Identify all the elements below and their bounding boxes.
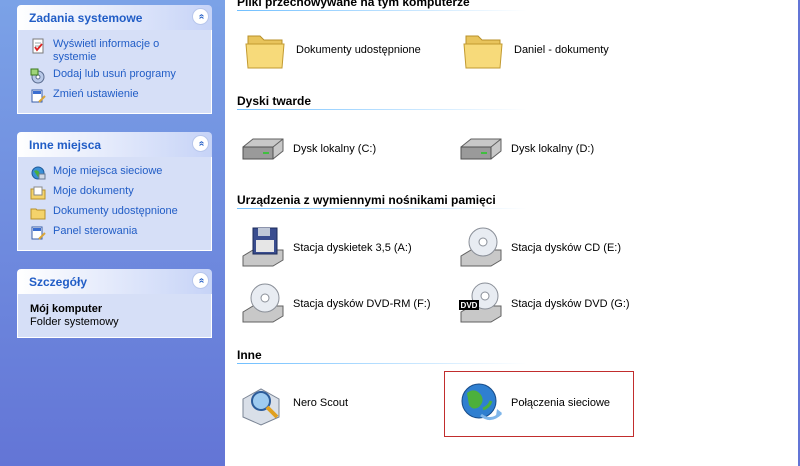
change-setting-icon: [31, 89, 46, 103]
floppy-drive-icon: [242, 227, 284, 267]
place-my-documents[interactable]: Moje dokumenty: [18, 183, 211, 203]
task-add-remove-programs-label: Dodaj lub usuń programy: [53, 68, 176, 80]
group-divider: [237, 10, 527, 11]
item-disk-d-label: Dysk lokalny (D:): [511, 143, 595, 155]
shared-folder-icon: [30, 208, 46, 220]
other-places-body: Moje miejsca sieciowe Moje dokumenty Dok…: [17, 157, 212, 251]
place-network[interactable]: Moje miejsca sieciowe: [18, 163, 211, 183]
group-title-removable: Urządzenia z wymiennymi nośnikami pamięc…: [237, 193, 496, 207]
content-area: Pliki przechowywane na tym komputerze Do…: [225, 0, 800, 466]
place-control-panel-label: Panel sterowania: [53, 225, 138, 237]
details-item-type: Folder systemowy: [30, 316, 119, 328]
item-network-connections-label: Połączenia sieciowe: [511, 397, 611, 409]
task-add-remove-programs[interactable]: Dodaj lub usuń programy: [18, 66, 211, 86]
item-shared-documents[interactable]: Dokumenty udostępnione: [242, 26, 421, 74]
task-system-info[interactable]: Wyświetl informacje o systemie: [18, 36, 211, 66]
item-disk-c-label: Dysk lokalny (C:): [293, 143, 377, 155]
group-title-files: Pliki przechowywane na tym komputerze: [237, 0, 470, 9]
cd-drive-icon: [460, 227, 502, 267]
dvd-drive-icon: DVD: [459, 282, 502, 323]
folder-icon: [463, 35, 503, 69]
item-nero-scout-label: Nero Scout: [293, 397, 349, 409]
item-disk-c[interactable]: Dysk lokalny (C:): [239, 125, 376, 173]
item-dvd-g-label: Stacja dysków DVD (G:): [511, 298, 630, 310]
group-divider: [237, 208, 527, 209]
item-shared-documents-label: Dokumenty udostępnione: [296, 44, 421, 56]
details-body: Mój komputer Folder systemowy: [17, 294, 212, 338]
hard-disk-icon: [242, 138, 284, 160]
item-nero-scout[interactable]: Nero Scout: [239, 379, 348, 427]
item-dvd-rm-f-label: Stacja dysków DVD-RM (F:): [293, 298, 431, 310]
group-title-other: Inne: [237, 348, 262, 362]
item-network-connections[interactable]: Połączenia sieciowe: [457, 379, 610, 427]
details-item-name: Mój komputer: [30, 303, 103, 315]
place-my-documents-label: Moje dokumenty: [53, 185, 134, 197]
item-floppy-a[interactable]: Stacja dyskietek 3,5 (A:): [239, 224, 412, 272]
network-places-icon: [31, 166, 46, 180]
collapse-chevron-icon[interactable]: «: [192, 272, 209, 289]
network-connections-icon: [461, 383, 503, 420]
details-header[interactable]: Szczegóły «: [17, 269, 212, 294]
item-disk-d[interactable]: Dysk lokalny (D:): [457, 125, 594, 173]
item-cd-e-label: Stacja dysków CD (E:): [511, 242, 622, 254]
place-shared-documents-label: Dokumenty udostępnione: [53, 205, 178, 217]
place-network-label: Moje miejsca sieciowe: [53, 165, 163, 177]
group-title-hard-disks: Dyski twarde: [237, 94, 312, 108]
place-shared-documents[interactable]: Dokumenty udostępnione: [18, 203, 211, 223]
task-system-info-label: Wyświetl informacje o systemie: [53, 38, 160, 63]
item-cd-e[interactable]: Stacja dysków CD (E:): [457, 224, 621, 272]
item-daniel-documents[interactable]: Daniel - dokumenty: [460, 26, 609, 74]
task-change-setting[interactable]: Zmień ustawienie: [18, 86, 211, 106]
task-pane: Zadania systemowe « Wyświetl informacje …: [0, 0, 225, 466]
my-documents-icon: [30, 186, 46, 200]
item-dvd-g[interactable]: DVD Stacja dysków DVD (G:): [457, 280, 630, 328]
other-places-header[interactable]: Inne miejsca «: [17, 132, 212, 157]
control-panel-icon: [31, 226, 46, 240]
item-dvd-rm-f[interactable]: Stacja dysków DVD-RM (F:): [239, 280, 431, 328]
other-places-title: Inne miejsca: [29, 138, 102, 152]
item-floppy-a-label: Stacja dyskietek 3,5 (A:): [293, 242, 412, 254]
system-tasks-body: Wyświetl informacje o systemie Dodaj lub…: [17, 30, 212, 114]
item-daniel-documents-label: Daniel - dokumenty: [514, 44, 609, 56]
cd-drive-icon: [242, 283, 284, 323]
details-title: Szczegóły: [29, 275, 88, 289]
collapse-chevron-icon[interactable]: «: [192, 135, 209, 152]
place-control-panel[interactable]: Panel sterowania: [18, 223, 211, 243]
dvd-badge: DVD: [461, 301, 478, 310]
folder-icon: [245, 35, 285, 69]
system-info-icon: [32, 38, 44, 54]
system-tasks-header[interactable]: Zadania systemowe «: [17, 5, 212, 30]
details-panel: Szczegóły « Mój komputer Folder systemow…: [17, 269, 212, 338]
system-tasks-panel: Zadania systemowe « Wyświetl informacje …: [17, 5, 212, 114]
add-remove-programs-icon: [30, 68, 45, 84]
nero-scout-icon: [242, 388, 280, 426]
collapse-chevron-icon[interactable]: «: [192, 8, 209, 25]
task-change-setting-label: Zmień ustawienie: [53, 88, 139, 100]
group-divider: [237, 109, 527, 110]
group-divider: [237, 363, 527, 364]
other-places-panel: Inne miejsca « Moje miejsca sieciowe Moj…: [17, 132, 212, 251]
hard-disk-icon: [460, 138, 502, 160]
system-tasks-title: Zadania systemowe: [29, 11, 143, 25]
